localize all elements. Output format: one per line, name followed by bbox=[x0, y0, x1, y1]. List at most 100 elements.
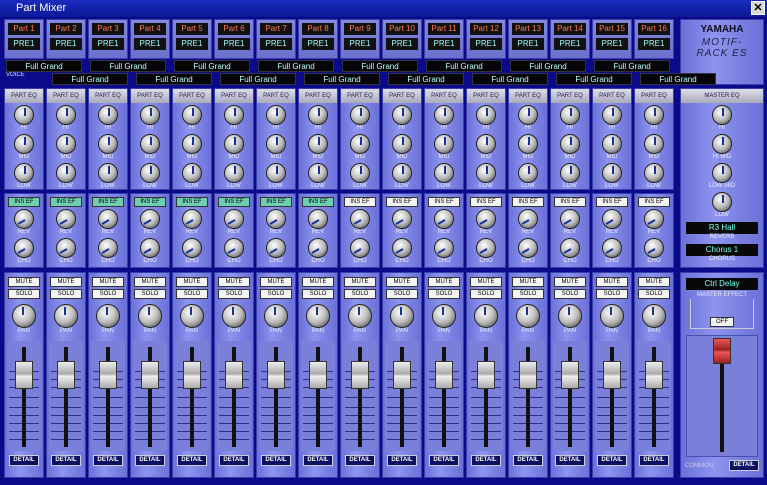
eq-hi-knob[interactable] bbox=[518, 105, 538, 125]
detail-button[interactable]: DETAIL bbox=[51, 455, 81, 466]
eq-mid-knob[interactable] bbox=[392, 134, 412, 154]
volume-fader[interactable] bbox=[133, 341, 167, 451]
voice-name-display[interactable]: Full Grand bbox=[90, 60, 166, 72]
pan-knob[interactable] bbox=[306, 304, 330, 328]
rev-send-knob[interactable] bbox=[434, 209, 454, 229]
mute-button[interactable]: MUTE bbox=[386, 277, 418, 287]
fader-handle[interactable] bbox=[435, 361, 453, 389]
eq-low-knob[interactable] bbox=[476, 163, 496, 183]
eq-mid-knob[interactable] bbox=[518, 134, 538, 154]
bank-display[interactable]: PRE1 bbox=[92, 38, 124, 50]
solo-button[interactable]: SOLO bbox=[176, 289, 208, 299]
eq-mid-knob[interactable] bbox=[434, 134, 454, 154]
master-eq-knob[interactable] bbox=[712, 163, 732, 183]
master-volume-fader[interactable] bbox=[686, 335, 758, 457]
eq-low-knob[interactable] bbox=[140, 163, 160, 183]
eq-low-knob[interactable] bbox=[266, 163, 286, 183]
ins-ef-button[interactable]: INS EF bbox=[386, 197, 418, 207]
master-detail-button[interactable]: DETAIL bbox=[729, 460, 759, 471]
rev-send-knob[interactable] bbox=[560, 209, 580, 229]
ins-ef-button[interactable]: INS EF bbox=[8, 197, 40, 207]
master-effect-off-button[interactable]: OFF bbox=[710, 317, 734, 327]
voice-name-display[interactable]: Full Grand bbox=[136, 73, 212, 85]
cho-send-knob[interactable] bbox=[392, 238, 412, 258]
cho-send-knob[interactable] bbox=[434, 238, 454, 258]
chorus-type-display[interactable]: Chorus 1 bbox=[686, 244, 758, 256]
pan-knob[interactable] bbox=[516, 304, 540, 328]
rev-send-knob[interactable] bbox=[56, 209, 76, 229]
mute-button[interactable]: MUTE bbox=[512, 277, 544, 287]
eq-mid-knob[interactable] bbox=[224, 134, 244, 154]
voice-name-display[interactable]: Full Grand bbox=[258, 60, 334, 72]
mute-button[interactable]: MUTE bbox=[218, 277, 250, 287]
pan-knob[interactable] bbox=[348, 304, 372, 328]
solo-button[interactable]: SOLO bbox=[8, 289, 40, 299]
bank-display[interactable]: PRE1 bbox=[8, 38, 40, 50]
pan-knob[interactable] bbox=[12, 304, 36, 328]
fader-handle[interactable] bbox=[225, 361, 243, 389]
eq-hi-knob[interactable] bbox=[14, 105, 34, 125]
fader-handle[interactable] bbox=[603, 361, 621, 389]
voice-name-display[interactable]: Full Grand bbox=[52, 73, 128, 85]
eq-hi-knob[interactable] bbox=[140, 105, 160, 125]
mute-button[interactable]: MUTE bbox=[428, 277, 460, 287]
voice-name-display[interactable]: Full Grand bbox=[640, 73, 716, 85]
solo-button[interactable]: SOLO bbox=[638, 289, 670, 299]
cho-send-knob[interactable] bbox=[56, 238, 76, 258]
master-effect-display[interactable]: Ctrl Delay bbox=[686, 278, 758, 290]
eq-mid-knob[interactable] bbox=[98, 134, 118, 154]
mute-button[interactable]: MUTE bbox=[302, 277, 334, 287]
solo-button[interactable]: SOLO bbox=[512, 289, 544, 299]
cho-send-knob[interactable] bbox=[602, 238, 622, 258]
bank-display[interactable]: PRE1 bbox=[302, 38, 334, 50]
ins-ef-button[interactable]: INS EF bbox=[470, 197, 502, 207]
cho-send-knob[interactable] bbox=[266, 238, 286, 258]
pan-knob[interactable] bbox=[96, 304, 120, 328]
bank-display[interactable]: PRE1 bbox=[260, 38, 292, 50]
solo-button[interactable]: SOLO bbox=[260, 289, 292, 299]
eq-low-knob[interactable] bbox=[350, 163, 370, 183]
ins-ef-button[interactable]: INS EF bbox=[176, 197, 208, 207]
eq-hi-knob[interactable] bbox=[434, 105, 454, 125]
eq-hi-knob[interactable] bbox=[560, 105, 580, 125]
volume-fader[interactable] bbox=[217, 341, 251, 451]
fader-handle[interactable] bbox=[393, 361, 411, 389]
mute-button[interactable]: MUTE bbox=[8, 277, 40, 287]
ins-ef-button[interactable]: INS EF bbox=[428, 197, 460, 207]
eq-hi-knob[interactable] bbox=[308, 105, 328, 125]
solo-button[interactable]: SOLO bbox=[554, 289, 586, 299]
eq-hi-knob[interactable] bbox=[476, 105, 496, 125]
pan-knob[interactable] bbox=[432, 304, 456, 328]
voice-name-display[interactable]: Full Grand bbox=[556, 73, 632, 85]
voice-name-display[interactable]: Full Grand bbox=[510, 60, 586, 72]
fader-handle[interactable] bbox=[15, 361, 33, 389]
eq-low-knob[interactable] bbox=[560, 163, 580, 183]
voice-name-display[interactable]: Full Grand bbox=[342, 60, 418, 72]
mute-button[interactable]: MUTE bbox=[470, 277, 502, 287]
fader-handle[interactable] bbox=[57, 361, 75, 389]
reverb-type-display[interactable]: R3 Hall bbox=[686, 222, 758, 234]
eq-hi-knob[interactable] bbox=[392, 105, 412, 125]
eq-hi-knob[interactable] bbox=[644, 105, 664, 125]
detail-button[interactable]: DETAIL bbox=[513, 455, 543, 466]
fader-handle[interactable] bbox=[309, 361, 327, 389]
eq-mid-knob[interactable] bbox=[14, 134, 34, 154]
voice-name-display[interactable]: Full Grand bbox=[388, 73, 464, 85]
bank-display[interactable]: PRE1 bbox=[218, 38, 250, 50]
mute-button[interactable]: MUTE bbox=[638, 277, 670, 287]
ins-ef-button[interactable]: INS EF bbox=[638, 197, 670, 207]
eq-low-knob[interactable] bbox=[56, 163, 76, 183]
rev-send-knob[interactable] bbox=[476, 209, 496, 229]
detail-button[interactable]: DETAIL bbox=[93, 455, 123, 466]
eq-hi-knob[interactable] bbox=[266, 105, 286, 125]
detail-button[interactable]: DETAIL bbox=[639, 455, 669, 466]
volume-fader[interactable] bbox=[49, 341, 83, 451]
fader-handle[interactable] bbox=[183, 361, 201, 389]
volume-fader[interactable] bbox=[301, 341, 335, 451]
solo-button[interactable]: SOLO bbox=[218, 289, 250, 299]
eq-low-knob[interactable] bbox=[98, 163, 118, 183]
volume-fader[interactable] bbox=[91, 341, 125, 451]
eq-mid-knob[interactable] bbox=[56, 134, 76, 154]
eq-mid-knob[interactable] bbox=[602, 134, 622, 154]
bank-display[interactable]: PRE1 bbox=[50, 38, 82, 50]
